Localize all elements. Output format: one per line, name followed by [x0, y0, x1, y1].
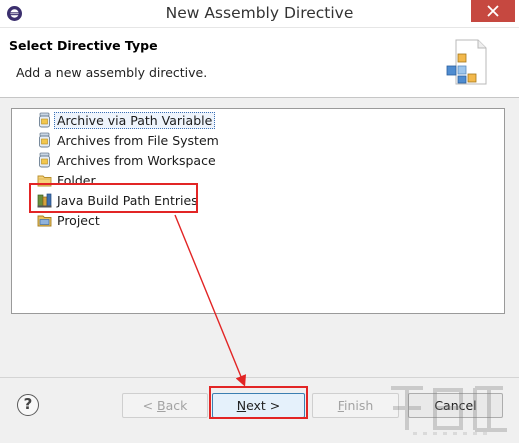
- help-button[interactable]: ?: [17, 394, 39, 416]
- finish-rest: inish: [343, 398, 374, 413]
- tree-item-project[interactable]: Project: [37, 211, 100, 229]
- page-title: Select Directive Type: [9, 38, 158, 53]
- java-library-icon: [37, 192, 52, 208]
- jar-icon: [37, 152, 52, 168]
- page-description: Add a new assembly directive.: [16, 65, 208, 80]
- finish-button[interactable]: Finish: [312, 393, 399, 418]
- tree-item-java-build-path-entries[interactable]: Java Build Path Entries: [37, 191, 198, 209]
- cancel-button[interactable]: Cancel: [408, 393, 503, 418]
- wizard-header: Select Directive Type Add a new assembly…: [0, 28, 519, 98]
- close-icon: [487, 5, 499, 17]
- tree-item-label: Project: [57, 212, 100, 228]
- tree-item-label: Archives from Workspace: [57, 152, 216, 168]
- assembly-wizard-banner-icon: [446, 39, 487, 85]
- title-bar: New Assembly Directive: [0, 0, 519, 28]
- window-title: New Assembly Directive: [165, 4, 354, 22]
- back-prefix: <: [142, 398, 158, 413]
- tree-item-label: Folder: [57, 172, 96, 188]
- next-mnemonic: N: [236, 398, 247, 413]
- tree-item-archives-from-workspace[interactable]: Archives from Workspace: [37, 151, 216, 169]
- wizard-content: [0, 98, 519, 443]
- button-bar-divider: [0, 377, 519, 378]
- project-icon: [37, 212, 52, 228]
- tree-item-folder[interactable]: Folder: [37, 171, 96, 189]
- folder-icon: [37, 172, 52, 188]
- next-rest: ext >: [246, 398, 281, 413]
- back-button[interactable]: < Back: [122, 393, 208, 418]
- close-window-button[interactable]: [471, 0, 515, 22]
- back-rest: ack: [165, 398, 188, 413]
- tree-item-label: Java Build Path Entries: [57, 192, 198, 208]
- tree-item-label: Archive via Path Variable: [54, 111, 216, 129]
- tree-item-archive-via-path-variable[interactable]: Archive via Path Variable: [37, 111, 216, 129]
- next-button[interactable]: Next >: [212, 393, 305, 418]
- jar-icon: [37, 112, 52, 128]
- jar-icon: [37, 132, 52, 148]
- tree-item-archives-from-file-system[interactable]: Archives from File System: [37, 131, 219, 149]
- back-mnemonic: B: [157, 398, 166, 413]
- tree-item-label: Archives from File System: [57, 132, 219, 148]
